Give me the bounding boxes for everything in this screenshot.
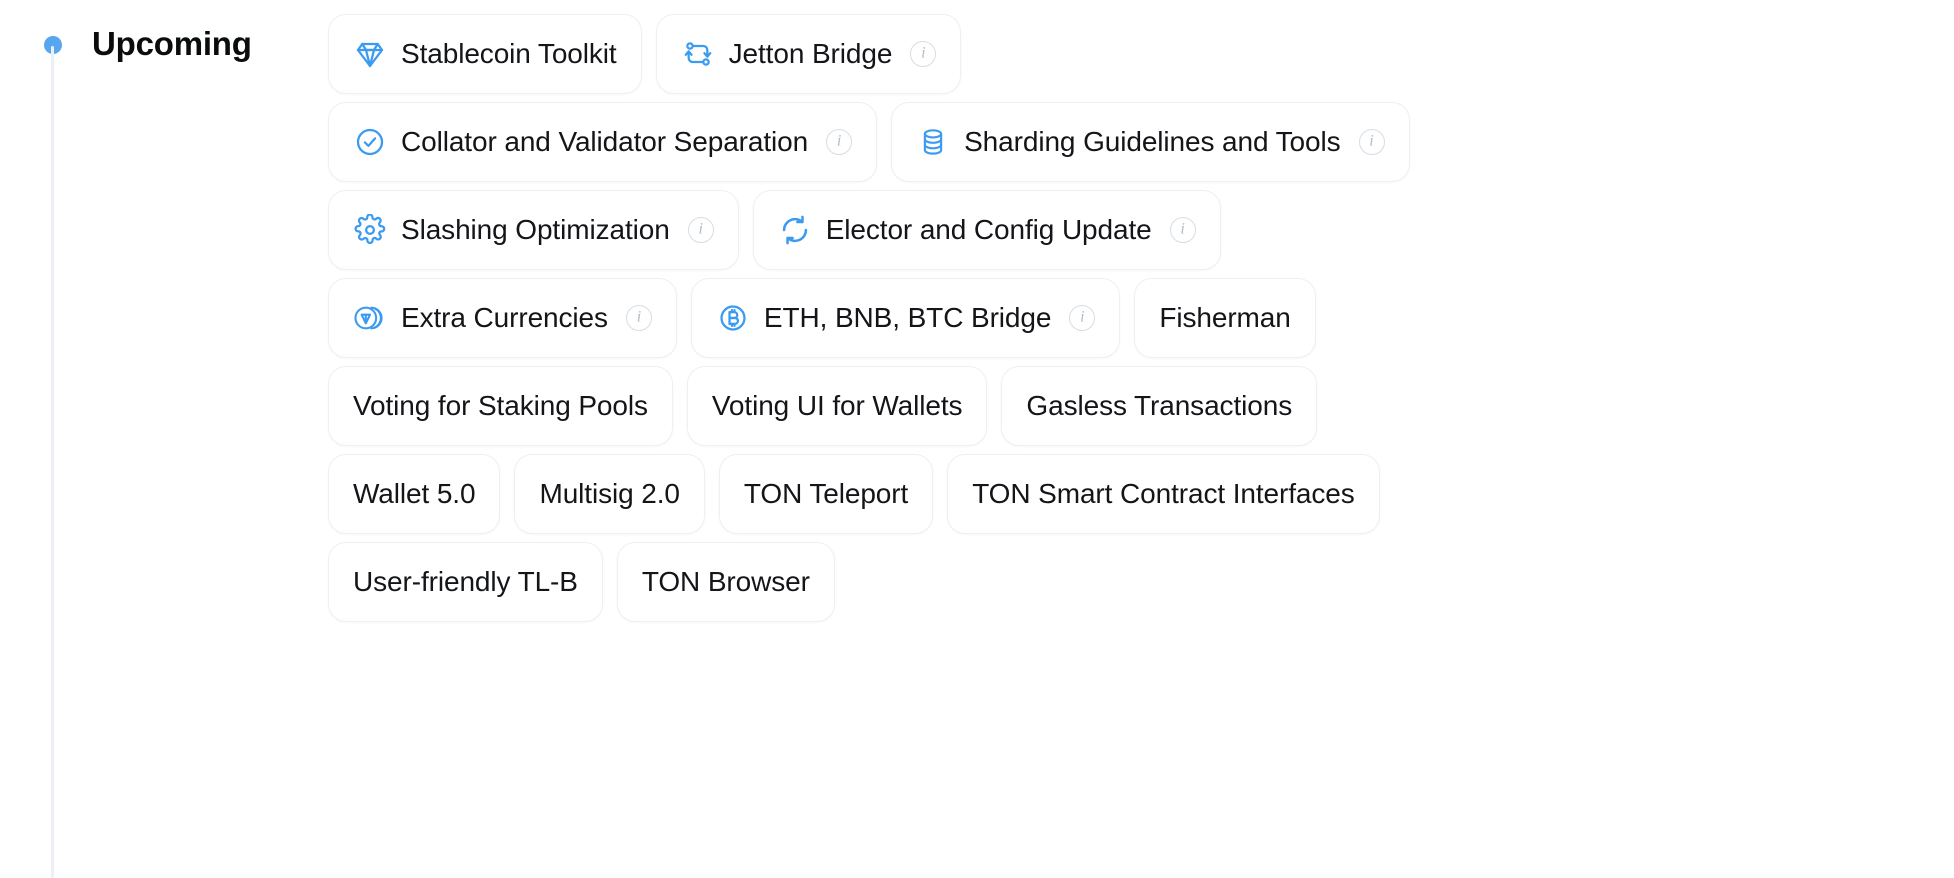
roadmap-card-label: Elector and Config Update (826, 216, 1152, 244)
roadmap-card[interactable]: Slashing Optimization i (328, 190, 739, 270)
info-icon-glyph: i (1080, 310, 1084, 326)
roadmap-card-row: User-friendly TL-B TON Browser (328, 542, 1938, 622)
info-icon-glyph: i (1369, 134, 1373, 150)
info-icon-glyph: i (921, 46, 925, 62)
roadmap-card[interactable]: User-friendly TL-B (328, 542, 603, 622)
gear-icon (353, 213, 387, 247)
roadmap-card[interactable]: Wallet 5.0 (328, 454, 500, 534)
roadmap-card-label: Gasless Transactions (1026, 392, 1292, 420)
roadmap-card-label: TON Browser (642, 568, 810, 596)
roadmap-card-label: Fisherman (1159, 304, 1290, 332)
timeline-vertical-line (51, 46, 54, 878)
info-icon-glyph: i (1180, 222, 1184, 238)
roadmap-card-label: Extra Currencies (401, 304, 608, 332)
roadmap-card[interactable]: Jetton Bridge i (656, 14, 962, 94)
info-icon[interactable]: i (1170, 217, 1196, 243)
roadmap-card[interactable]: TON Smart Contract Interfaces (947, 454, 1379, 534)
database-stack-icon (916, 125, 950, 159)
roadmap-card[interactable]: Gasless Transactions (1001, 366, 1317, 446)
timeline-stage-dot (44, 36, 62, 54)
roadmap-card-grid: Stablecoin ToolkitJetton BridgeiCollator… (328, 14, 1938, 630)
roadmap-card[interactable]: TON Browser (617, 542, 835, 622)
bitcoin-circle-icon (716, 301, 750, 335)
roadmap-upcoming-section: Upcoming Stablecoin Toolkit Jetton Bridge… (0, 0, 1954, 878)
info-icon[interactable]: i (626, 305, 652, 331)
info-icon[interactable]: i (910, 41, 936, 67)
stage-title: Upcoming (92, 24, 252, 64)
bridge-swap-icon (681, 37, 715, 71)
roadmap-card-label: TON Teleport (744, 480, 908, 508)
info-icon-glyph: i (637, 310, 641, 326)
info-icon[interactable]: i (1359, 129, 1385, 155)
roadmap-card-label: Slashing Optimization (401, 216, 670, 244)
roadmap-card-row: Stablecoin Toolkit Jetton Bridge i (328, 14, 1938, 94)
roadmap-card[interactable]: Fisherman (1134, 278, 1315, 358)
info-icon-glyph: i (837, 134, 841, 150)
refresh-sync-icon (778, 213, 812, 247)
roadmap-card[interactable]: Voting UI for Wallets (687, 366, 988, 446)
roadmap-card[interactable]: ETH, BNB, BTC Bridge i (691, 278, 1120, 358)
roadmap-card-row: Wallet 5.0 Multisig 2.0 TON Teleport TON Sm… (328, 454, 1938, 534)
roadmap-card-label: Jetton Bridge (729, 40, 893, 68)
roadmap-card-label: User-friendly TL-B (353, 568, 578, 596)
diamond-icon (353, 37, 387, 71)
roadmap-card[interactable]: Voting for Staking Pools (328, 366, 673, 446)
roadmap-card-label: Voting UI for Wallets (712, 392, 963, 420)
roadmap-card-row: Slashing OptimizationiElector and Config… (328, 190, 1938, 270)
info-icon[interactable]: i (688, 217, 714, 243)
info-icon[interactable]: i (1069, 305, 1095, 331)
info-icon[interactable]: i (826, 129, 852, 155)
roadmap-card-label: ETH, BNB, BTC Bridge (764, 304, 1051, 332)
roadmap-card-label: Collator and Validator Separation (401, 128, 808, 156)
roadmap-card[interactable]: Extra Currencies i (328, 278, 677, 358)
roadmap-card-label: Voting for Staking Pools (353, 392, 648, 420)
roadmap-card[interactable]: Stablecoin Toolkit (328, 14, 642, 94)
info-icon-glyph: i (698, 222, 702, 238)
ton-coins-icon (353, 301, 387, 335)
roadmap-card[interactable]: Sharding Guidelines and Tools i (891, 102, 1409, 182)
roadmap-card-label: Stablecoin Toolkit (401, 40, 617, 68)
roadmap-card-label: Multisig 2.0 (539, 480, 679, 508)
roadmap-card[interactable]: Elector and Config Update i (753, 190, 1221, 270)
roadmap-card-label: TON Smart Contract Interfaces (972, 480, 1354, 508)
roadmap-card[interactable]: Multisig 2.0 (514, 454, 704, 534)
check-circle-icon (353, 125, 387, 159)
roadmap-card-label: Sharding Guidelines and Tools (964, 128, 1340, 156)
roadmap-card[interactable]: TON Teleport (719, 454, 933, 534)
roadmap-card-label: Wallet 5.0 (353, 480, 475, 508)
roadmap-card-row: Voting for Staking Pools Voting UI for Wa… (328, 366, 1938, 446)
roadmap-card[interactable]: Collator and Validator Separation i (328, 102, 877, 182)
roadmap-card-row: Collator and Validator SeparationiShardi… (328, 102, 1938, 182)
roadmap-card-row: Extra Currencies i ETH, BNB, BTC Bridge i Fi… (328, 278, 1938, 358)
